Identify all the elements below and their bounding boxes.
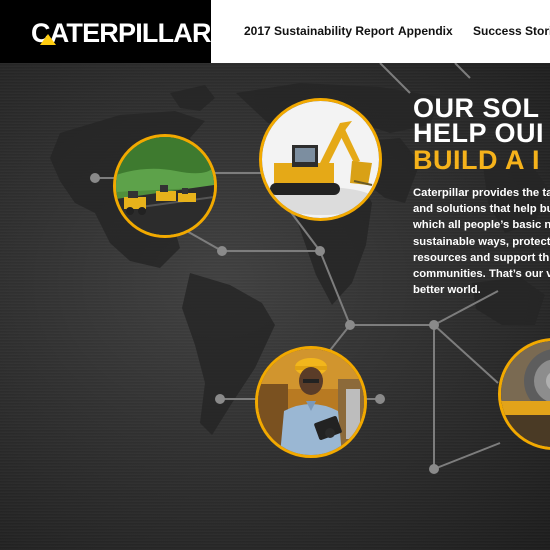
headline-line-3: BUILD A I	[413, 145, 540, 175]
paragraph-line: Caterpillar provides the talen	[413, 187, 550, 199]
site-header: CATERPILLAR ® 2017 Sustainability Report …	[0, 0, 550, 63]
logo-triangle-icon	[40, 34, 56, 45]
nav-sustainability-report[interactable]: 2017 Sustainability Report	[244, 24, 394, 38]
caterpillar-logo[interactable]: CATERPILLAR ®	[31, 18, 219, 49]
excavator-photo	[259, 98, 382, 221]
logo-block[interactable]: CATERPILLAR ®	[0, 0, 219, 63]
nav-success-stories[interactable]: Success Stories	[473, 24, 550, 38]
paragraph-line: better world.	[413, 284, 481, 297]
logo-text: CATERPILLAR	[31, 18, 211, 48]
headline-line-2: HELP OUI	[413, 118, 545, 148]
paragraph-line: and solutions that help build	[413, 203, 550, 216]
intro-paragraph: Caterpillar provides the talen and solut…	[413, 185, 550, 298]
paragraph-line: resources and support thrivi	[413, 251, 550, 264]
paving-machines-photo	[113, 134, 217, 238]
hero-section: OUR SOL HELP OUI BUILD A I Caterpillar p…	[0, 63, 550, 550]
paragraph-line: communities. That’s our visio	[413, 268, 550, 281]
worker-with-tablet-photo	[255, 346, 367, 458]
logo-registered-mark: ®	[212, 18, 220, 28]
nav-appendix[interactable]: Appendix	[398, 24, 453, 38]
paragraph-line: sustainable ways, protect ou	[413, 235, 550, 248]
paragraph-line: which all people’s basic need	[413, 219, 550, 232]
